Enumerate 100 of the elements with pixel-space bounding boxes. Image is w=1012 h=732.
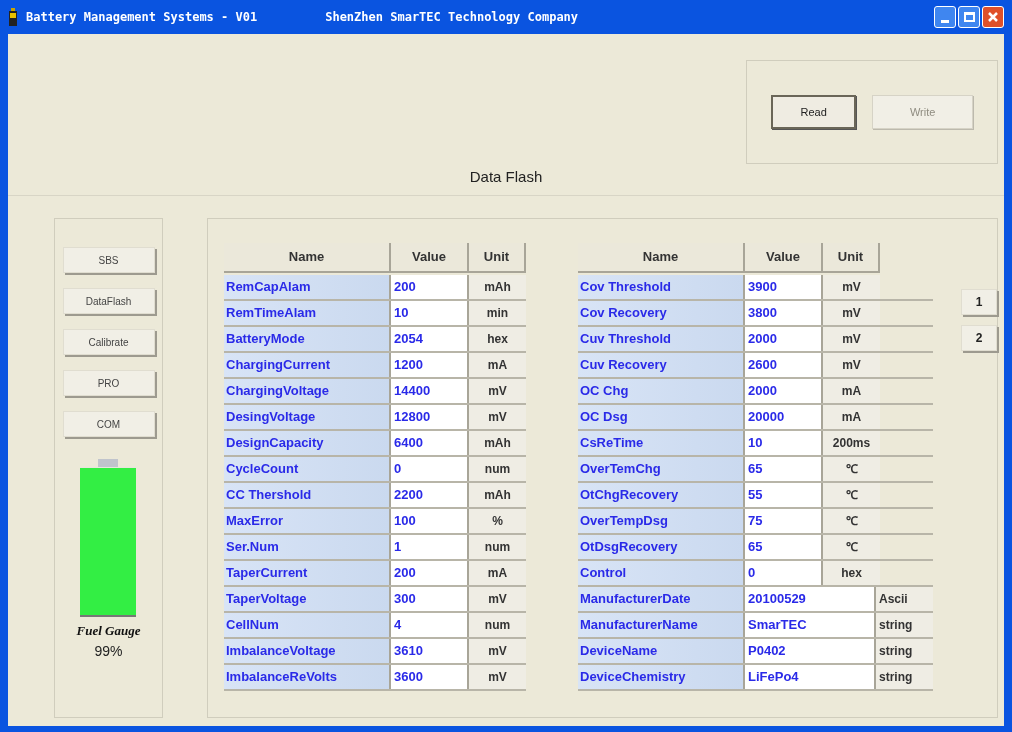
battery-icon bbox=[8, 8, 18, 26]
value-field[interactable]: 2600 bbox=[745, 353, 823, 377]
unit-cell: mAh bbox=[469, 483, 526, 507]
value-field[interactable]: 20100529 bbox=[745, 587, 876, 611]
unit-cell: ℃ bbox=[823, 535, 880, 559]
unit-cell: ℃ bbox=[823, 509, 880, 533]
value-field[interactable]: 3800 bbox=[745, 301, 823, 325]
column-header[interactable]: Name bbox=[578, 243, 745, 273]
nav-button[interactable]: COM bbox=[62, 411, 155, 437]
value-field[interactable]: 1 bbox=[391, 535, 469, 559]
name-cell: ManufacturerName bbox=[578, 613, 745, 637]
value-field[interactable]: SmarTEC bbox=[745, 613, 876, 637]
column-header[interactable]: Unit bbox=[469, 243, 526, 273]
name-cell: Control bbox=[578, 561, 745, 585]
unit-cell: string bbox=[876, 665, 933, 689]
unit-cell: mV bbox=[469, 405, 526, 429]
unit-cell: min bbox=[469, 301, 526, 325]
unit-cell: num bbox=[469, 613, 526, 637]
column-header[interactable]: Value bbox=[391, 243, 469, 273]
value-field[interactable]: 2000 bbox=[745, 327, 823, 351]
unit-cell: ℃ bbox=[823, 457, 880, 481]
value-field[interactable]: 200 bbox=[391, 561, 469, 585]
unit-cell: mAh bbox=[469, 431, 526, 455]
name-cell: MaxError bbox=[224, 509, 391, 533]
unit-cell: mV bbox=[469, 639, 526, 663]
minimize-button[interactable] bbox=[934, 6, 956, 28]
action-button[interactable]: Read bbox=[771, 95, 857, 129]
name-cell: ChargingCurrent bbox=[224, 353, 391, 377]
value-field[interactable]: LiFePo4 bbox=[745, 665, 876, 689]
value-field[interactable]: 14400 bbox=[391, 379, 469, 403]
window-subtitle: ShenZhen SmarTEC Technology Company bbox=[325, 9, 579, 26]
value-field[interactable]: 65 bbox=[745, 535, 823, 559]
name-cell: CycleCount bbox=[224, 457, 391, 481]
value-field[interactable]: 75 bbox=[745, 509, 823, 533]
name-cell: BatteryMode bbox=[224, 327, 391, 351]
value-field[interactable]: 3900 bbox=[745, 275, 823, 299]
column-header[interactable]: Unit bbox=[823, 243, 880, 273]
value-field[interactable]: 300 bbox=[391, 587, 469, 611]
nav-button[interactable]: SBS bbox=[62, 247, 155, 273]
value-field[interactable]: 4 bbox=[391, 613, 469, 637]
name-cell: Cov Recovery bbox=[578, 301, 745, 325]
fuel-gauge-label: Fuel Gauge bbox=[76, 622, 141, 640]
value-field[interactable]: P0402 bbox=[745, 639, 876, 663]
name-cell: RemCapAlam bbox=[224, 275, 391, 299]
name-cell: DesingVoltage bbox=[224, 405, 391, 429]
nav-button[interactable]: PRO bbox=[62, 370, 155, 396]
value-field[interactable]: 0 bbox=[391, 457, 469, 481]
unit-cell: mAh bbox=[469, 275, 526, 299]
name-cell: ImbalanceReVolts bbox=[224, 665, 391, 689]
unit-cell: ℃ bbox=[823, 483, 880, 507]
value-field[interactable]: 3610 bbox=[391, 639, 469, 663]
name-cell: CsReTime bbox=[578, 431, 745, 455]
unit-cell: hex bbox=[823, 561, 880, 585]
column-header[interactable]: Value bbox=[745, 243, 823, 273]
name-cell: OverTempDsg bbox=[578, 509, 745, 533]
unit-cell: hex bbox=[469, 327, 526, 351]
page-button[interactable]: 1 bbox=[961, 289, 997, 315]
name-cell: Cuv Recovery bbox=[578, 353, 745, 377]
unit-cell: mV bbox=[823, 301, 880, 325]
name-cell: DeviceName bbox=[578, 639, 745, 663]
value-field[interactable]: 1200 bbox=[391, 353, 469, 377]
maximize-button[interactable] bbox=[958, 6, 980, 28]
unit-cell: mA bbox=[823, 379, 880, 403]
value-field[interactable]: 10 bbox=[391, 301, 469, 325]
battery-cap-icon bbox=[98, 459, 119, 467]
name-cell: ChargingVoltage bbox=[224, 379, 391, 403]
unit-cell: string bbox=[876, 639, 933, 663]
unit-cell: mA bbox=[823, 405, 880, 429]
value-field[interactable]: 65 bbox=[745, 457, 823, 481]
page-button[interactable]: 2 bbox=[961, 325, 997, 351]
value-field[interactable]: 10 bbox=[745, 431, 823, 455]
unit-cell: mV bbox=[469, 587, 526, 611]
unit-cell: mV bbox=[823, 327, 880, 351]
name-cell: TaperVoltage bbox=[224, 587, 391, 611]
name-cell: CellNum bbox=[224, 613, 391, 637]
value-field[interactable]: 55 bbox=[745, 483, 823, 507]
unit-cell: mV bbox=[469, 665, 526, 689]
unit-cell: mA bbox=[469, 353, 526, 377]
close-button[interactable] bbox=[982, 6, 1004, 28]
name-cell: OverTemChg bbox=[578, 457, 745, 481]
value-field[interactable]: 2200 bbox=[391, 483, 469, 507]
unit-cell: mA bbox=[469, 561, 526, 585]
window-title: Battery Management Systems - V01 bbox=[26, 9, 258, 26]
nav-button[interactable]: Calibrate bbox=[62, 329, 155, 355]
value-field[interactable]: 6400 bbox=[391, 431, 469, 455]
value-field[interactable]: 20000 bbox=[745, 405, 823, 429]
value-field[interactable]: 3600 bbox=[391, 665, 469, 689]
value-field[interactable]: 100 bbox=[391, 509, 469, 533]
name-cell: ManufacturerDate bbox=[578, 587, 745, 611]
name-cell: DeviceChemistry bbox=[578, 665, 745, 689]
nav-button[interactable]: DataFlash bbox=[62, 288, 155, 314]
name-cell: Ser.Num bbox=[224, 535, 391, 559]
column-header[interactable]: Name bbox=[224, 243, 391, 273]
value-field[interactable]: 0 bbox=[745, 561, 823, 585]
name-cell: DesignCapacity bbox=[224, 431, 391, 455]
value-field[interactable]: 200 bbox=[391, 275, 469, 299]
value-field[interactable]: 2000 bbox=[745, 379, 823, 403]
unit-cell: 200ms bbox=[823, 431, 880, 455]
value-field[interactable]: 2054 bbox=[391, 327, 469, 351]
value-field[interactable]: 12800 bbox=[391, 405, 469, 429]
